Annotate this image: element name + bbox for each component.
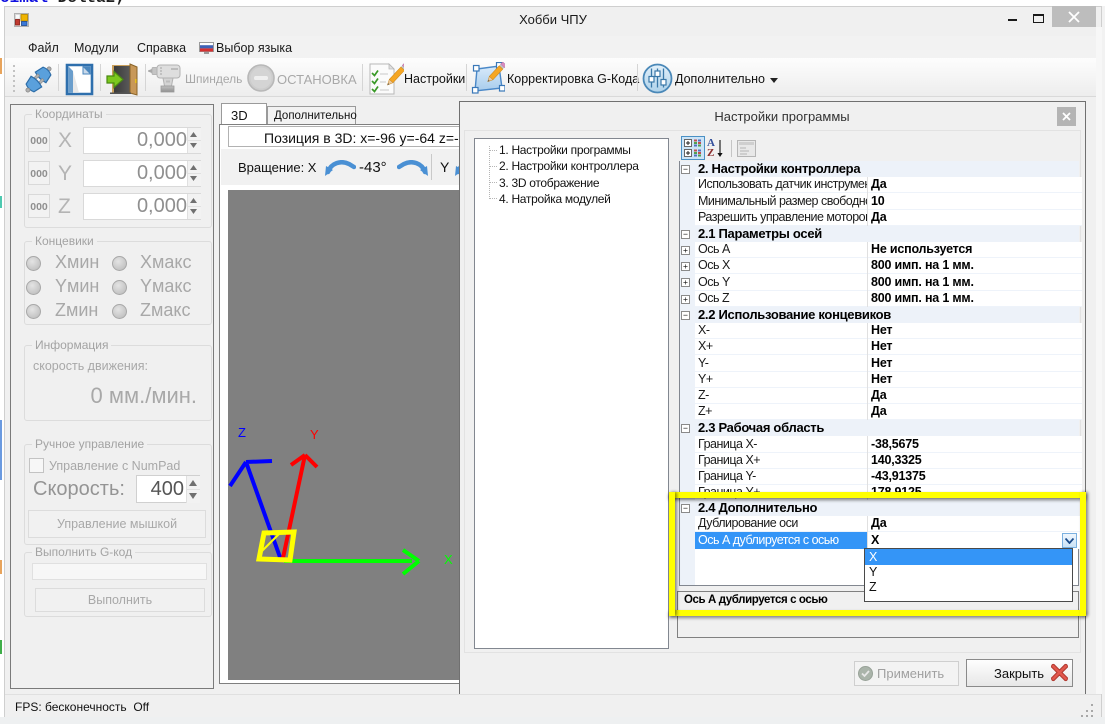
svg-text:Y: Y	[310, 427, 319, 442]
svg-text:X: X	[444, 552, 453, 567]
svg-text:Z: Z	[238, 425, 246, 440]
